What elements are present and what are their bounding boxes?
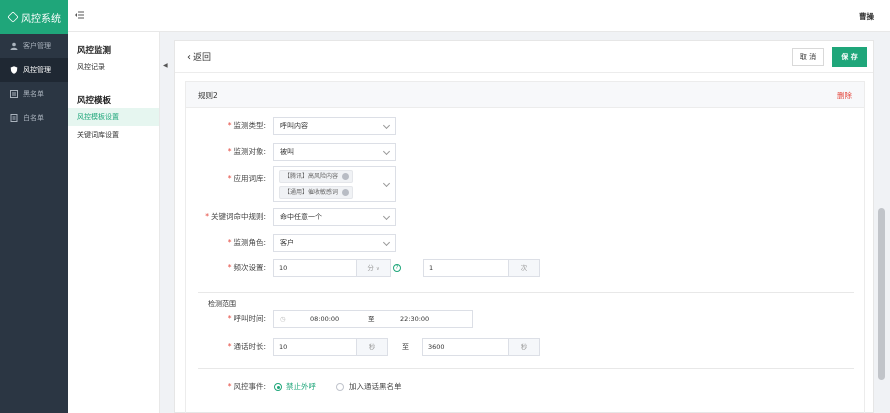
help-icon[interactable]: ? bbox=[393, 264, 401, 272]
duration-separator: 至 bbox=[402, 343, 409, 351]
subnav-group-title: 风控模板 bbox=[77, 96, 112, 106]
duration-max-input[interactable]: 3600 bbox=[422, 338, 509, 356]
monitor-role-select[interactable]: 客户 bbox=[273, 234, 396, 252]
frequency-input[interactable]: 10 bbox=[273, 259, 357, 277]
chevron-down-icon bbox=[382, 212, 391, 221]
sidebar-item-risk[interactable]: 风控管理 bbox=[0, 58, 68, 82]
monitor-target-select[interactable]: 被叫 bbox=[273, 143, 396, 161]
logo-icon bbox=[7, 11, 19, 23]
menu-fold-icon[interactable] bbox=[75, 11, 84, 22]
monitor-role-value: 客户 bbox=[280, 239, 294, 247]
event-radio-block-call[interactable] bbox=[274, 383, 282, 391]
back-label: 返回 bbox=[193, 53, 212, 63]
subnav-group-title: 风控监测 bbox=[77, 46, 112, 56]
duration-label: * 通话时长: bbox=[227, 342, 266, 351]
frequency-count-input[interactable]: 1 bbox=[423, 259, 509, 277]
monitor-role-label: * 监测角色: bbox=[227, 238, 266, 247]
monitor-type-value: 呼叫内容 bbox=[280, 122, 308, 130]
monitor-type-select[interactable]: 呼叫内容 bbox=[273, 117, 396, 135]
sidebar-item-blacklist[interactable]: 黑名单 bbox=[0, 82, 68, 106]
lexicon-label: * 应用词库: bbox=[227, 174, 266, 183]
event-option-label[interactable]: 加入通话黑名单 bbox=[349, 382, 402, 392]
sub-navigation: 风控监测 风控记录 风控模板 风控模板设置 关键词库设置 bbox=[68, 32, 160, 413]
keyword-rule-label: * 关键词命中规则: bbox=[205, 212, 266, 221]
app-title: 风控系统 bbox=[21, 13, 61, 25]
frequency-count-unit: 次 bbox=[508, 259, 540, 277]
event-radio-blacklist[interactable] bbox=[336, 383, 344, 391]
panel-header: ‹ 返回 取 消 保 存 bbox=[175, 41, 873, 73]
chevron-down-icon: ∨ bbox=[375, 266, 380, 272]
tag-close-icon[interactable] bbox=[342, 173, 350, 180]
rule-card: 规则2 删除 * 监测类型: 呼叫内容 * 监测对象: 被叫 * 应用词库: 【腾讯】… bbox=[185, 81, 865, 413]
chevron-down-icon bbox=[382, 147, 391, 156]
monitor-target-label: * 监测对象: bbox=[227, 147, 266, 156]
divider bbox=[198, 368, 854, 369]
app-logo[interactable]: 风控系统 bbox=[0, 0, 68, 34]
rule-title: 规则2 bbox=[198, 91, 218, 100]
frequency-label: * 频次设置: bbox=[227, 263, 266, 272]
top-header: 曹操 bbox=[68, 0, 890, 32]
main-panel: ‹ 返回 取 消 保 存 规则2 删除 * 监测类型: 呼叫内容 * 监测对象: 被叫… bbox=[174, 40, 874, 413]
collapse-left-icon[interactable]: ◀ bbox=[163, 62, 168, 69]
cancel-button[interactable]: 取 消 bbox=[792, 48, 824, 66]
shield-icon bbox=[10, 66, 18, 74]
call-time-label: * 呼叫时间: bbox=[227, 314, 266, 323]
sidebar-item-label: 客户管理 bbox=[23, 42, 51, 50]
tag-close-icon[interactable] bbox=[342, 189, 350, 196]
subnav-link-template-settings[interactable]: 风控模板设置 bbox=[68, 108, 159, 126]
chevron-left-icon: ‹ bbox=[187, 52, 191, 63]
event-option-label[interactable]: 禁止外呼 bbox=[286, 382, 316, 392]
document-icon bbox=[10, 114, 18, 122]
keyword-rule-value: 命中任意一个 bbox=[280, 213, 322, 221]
user-icon bbox=[10, 42, 18, 50]
call-time-range[interactable]: ◷ 08:00:00 至 22:30:00 bbox=[273, 310, 473, 328]
list-icon bbox=[10, 90, 18, 98]
sidebar-item-customers[interactable]: 客户管理 bbox=[0, 34, 68, 58]
sidebar: 风控系统 客户管理 风控管理 黑名单 白名单 bbox=[0, 0, 68, 413]
frequency-unit-select[interactable]: 分 ∨ bbox=[356, 259, 391, 277]
event-label: * 风控事件: bbox=[227, 382, 266, 391]
subnav-link-risk-records[interactable]: 风控记录 bbox=[68, 58, 159, 76]
scrollbar-thumb[interactable] bbox=[878, 208, 885, 380]
keyword-rule-select[interactable]: 命中任意一个 bbox=[273, 208, 396, 226]
sidebar-item-label: 黑名单 bbox=[23, 90, 44, 98]
chevron-down-icon bbox=[382, 179, 391, 188]
chevron-down-icon bbox=[382, 238, 391, 247]
delete-rule-link[interactable]: 删除 bbox=[837, 90, 852, 101]
duration-min-input[interactable]: 10 bbox=[273, 338, 357, 356]
monitor-type-label: * 监测类型: bbox=[227, 121, 266, 130]
sidebar-item-whitelist[interactable]: 白名单 bbox=[0, 106, 68, 130]
user-name[interactable]: 曹操 bbox=[859, 11, 874, 22]
lexicon-tag: 【通用】催收敏感词 bbox=[279, 186, 354, 199]
duration-max-unit: 秒 bbox=[508, 338, 540, 356]
save-button[interactable]: 保 存 bbox=[832, 47, 867, 67]
call-time-start: 08:00:00 bbox=[310, 315, 340, 323]
back-button[interactable]: ‹ 返回 bbox=[187, 50, 211, 63]
divider bbox=[198, 292, 854, 293]
chevron-down-icon bbox=[382, 121, 391, 130]
call-time-end: 22:30:00 bbox=[400, 315, 430, 323]
subnav-link-keyword-settings[interactable]: 关键词库设置 bbox=[68, 126, 159, 144]
clock-icon: ◷ bbox=[280, 315, 286, 323]
rule-header: 规则2 删除 bbox=[186, 82, 864, 108]
sidebar-item-label: 风控管理 bbox=[23, 66, 51, 74]
sidebar-item-label: 白名单 bbox=[23, 114, 44, 122]
scope-title: 检测范围 bbox=[208, 300, 236, 308]
call-time-separator: 至 bbox=[368, 315, 375, 323]
lexicon-tag: 【腾讯】高风险内容 bbox=[279, 170, 354, 183]
duration-min-unit: 秒 bbox=[356, 338, 388, 356]
monitor-target-value: 被叫 bbox=[280, 148, 294, 156]
